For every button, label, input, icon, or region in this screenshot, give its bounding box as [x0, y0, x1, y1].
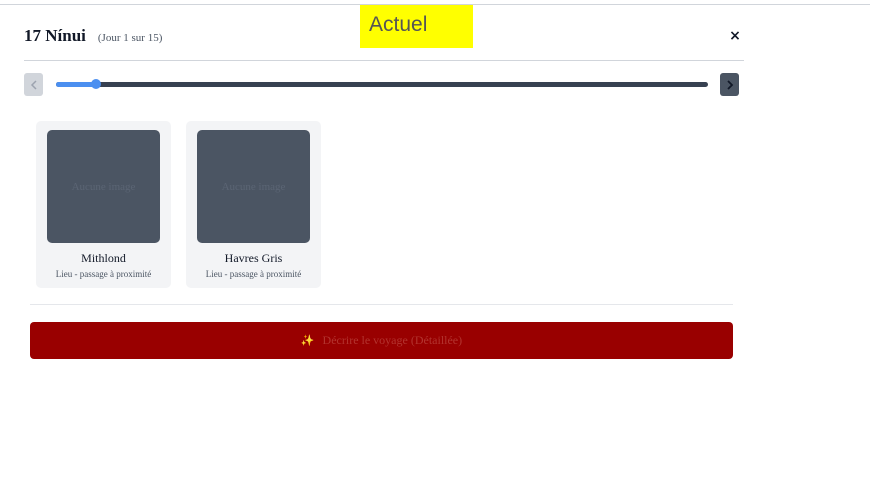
slider-progress: [56, 82, 96, 87]
location-name: Havres Gris: [224, 251, 283, 265]
chevron-left-icon: [30, 79, 37, 90]
describe-journey-label: Décrire le voyage (Détaillée): [322, 333, 463, 347]
day-slider[interactable]: [56, 79, 708, 89]
location-type: Lieu - passage à proximité: [55, 269, 152, 279]
chevron-right-icon: [726, 79, 733, 90]
describe-journey-button[interactable]: ✨ Décrire le voyage (Détaillée): [30, 322, 733, 359]
close-button[interactable]: ×: [727, 27, 743, 45]
slider-handle[interactable]: [91, 79, 101, 89]
previous-day-button[interactable]: [24, 73, 43, 96]
location-card[interactable]: Aucune image Havres Gris Lieu - passage …: [186, 121, 321, 288]
location-image-placeholder: Aucune image: [197, 130, 310, 243]
section-divider: [30, 304, 733, 305]
location-type: Lieu - passage à proximité: [205, 269, 302, 279]
day-header: 17 Nínui (Jour 1 sur 15): [24, 26, 162, 46]
header-divider: [24, 60, 744, 61]
current-badge: Actuel: [360, 5, 473, 48]
sparkle-icon: ✨: [300, 334, 315, 347]
day-title: 17 Nínui: [24, 26, 86, 45]
location-card[interactable]: Aucune image Mithlond Lieu - passage à p…: [36, 121, 171, 288]
current-badge-label: Actuel: [369, 13, 428, 36]
location-name: Mithlond: [81, 251, 126, 265]
location-cards: Aucune image Mithlond Lieu - passage à p…: [36, 121, 321, 288]
next-day-button[interactable]: [720, 73, 739, 96]
day-counter: (Jour 1 sur 15): [97, 32, 163, 44]
location-image-placeholder: Aucune image: [47, 130, 160, 243]
